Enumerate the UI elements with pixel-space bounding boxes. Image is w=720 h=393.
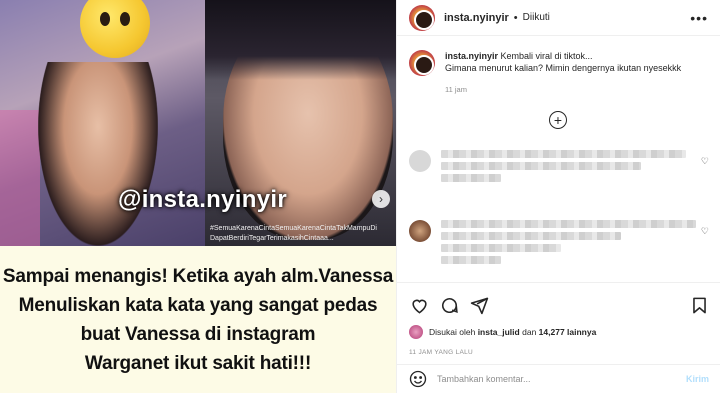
likes-count[interactable]: 14,277 lainnya xyxy=(539,327,597,337)
chevron-right-icon[interactable]: › xyxy=(372,190,390,208)
caption-line: Warganet ikut sakit hati!!! xyxy=(84,352,312,374)
caption-username[interactable]: insta.nyinyir xyxy=(445,51,498,61)
caption-time: 11 jam xyxy=(445,85,467,94)
likes-prefix: Disukai oleh xyxy=(429,327,476,337)
heart-icon[interactable]: ♡ xyxy=(701,156,709,167)
post-media[interactable]: @insta.nyinyir #SemuaKarenaCintaSemuaKar… xyxy=(0,0,396,393)
post-side-panel: insta.nyinyir • Diikuti ••• insta.nyinyi… xyxy=(396,0,720,393)
ellipsis-icon[interactable]: ••• xyxy=(690,10,708,26)
emoji-sticker xyxy=(80,0,150,58)
media-caption-box: Sampai menangis! Ketika ayah alm.Vanessa… xyxy=(0,246,396,393)
blurred-comment xyxy=(441,220,696,268)
avatar[interactable] xyxy=(409,4,435,31)
avatar[interactable] xyxy=(409,325,423,339)
emoji-icon[interactable] xyxy=(409,370,427,388)
list-item: ♡ xyxy=(409,220,709,268)
comment-icon[interactable] xyxy=(439,295,459,315)
caption-text: Gimana menurut kalian? Mimin dengernya i… xyxy=(445,63,682,73)
list-item: ♡ xyxy=(409,150,709,186)
heart-icon[interactable] xyxy=(409,295,429,315)
avatar[interactable] xyxy=(409,150,431,172)
likes-connector: dan xyxy=(522,327,537,337)
post-caption: insta.nyinyir Kembali viral di tiktok...… xyxy=(409,50,709,96)
send-button[interactable]: Kirim xyxy=(686,374,709,384)
caption-line: Sampai menangis! Ketika ayah alm.Vanessa xyxy=(2,265,394,287)
load-more-comments-icon[interactable]: + xyxy=(549,111,567,129)
bookmark-icon[interactable] xyxy=(689,295,709,315)
avatar[interactable] xyxy=(409,220,431,242)
background-decoration xyxy=(0,110,40,246)
separator-dot: • xyxy=(513,11,518,24)
post-actions: Disukai oleh insta_julid dan 14,277 lain… xyxy=(397,282,720,356)
caption-line: buat Vanessa di instagram xyxy=(80,323,316,345)
person-crying-image xyxy=(38,62,158,246)
follow-status[interactable]: Diikuti xyxy=(523,12,550,23)
share-icon[interactable] xyxy=(469,295,489,315)
post-header: insta.nyinyir • Diikuti ••• xyxy=(397,0,720,36)
posted-time[interactable]: 11 JAM YANG LALU xyxy=(409,349,709,356)
likes-summary: Disukai oleh insta_julid dan 14,277 lain… xyxy=(409,325,709,339)
liker-username[interactable]: insta_julid xyxy=(478,327,520,337)
comment-input[interactable] xyxy=(437,374,686,384)
add-comment-bar: Kirim xyxy=(397,364,720,393)
caption-text: Kembali viral di tiktok... xyxy=(500,51,593,61)
blurred-comment xyxy=(441,150,686,186)
caption-line: Menuliskan kata kata yang sangat pedas xyxy=(18,294,378,316)
heart-icon[interactable]: ♡ xyxy=(701,226,709,237)
hair-shadow xyxy=(205,0,396,80)
hashtag-overlay: #SemuaKarenaCintaSemuaKarenaCintaTakMamp… xyxy=(210,225,377,242)
header-username[interactable]: insta.nyinyir xyxy=(444,12,509,24)
watermark-text: @insta.nyinyir xyxy=(118,186,287,213)
avatar[interactable] xyxy=(409,50,435,76)
